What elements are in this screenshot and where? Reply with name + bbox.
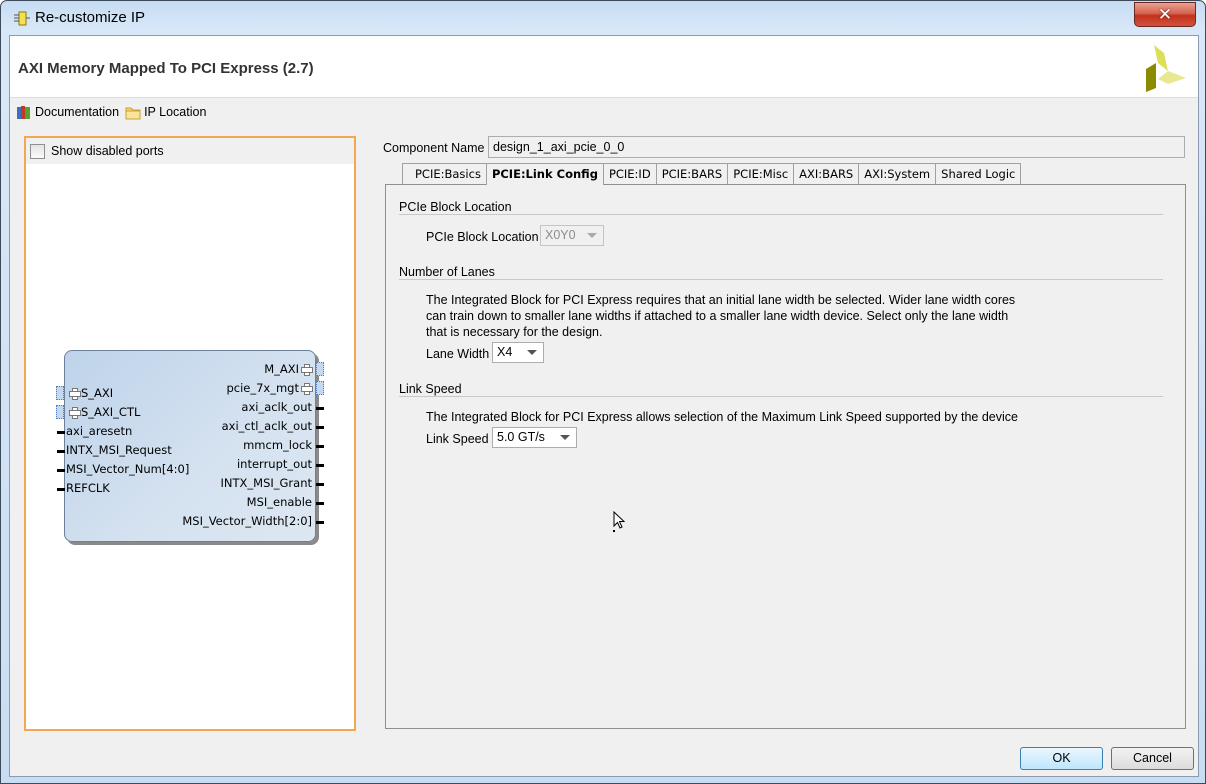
port-interrupt-out[interactable]: interrupt_out (237, 457, 312, 471)
tab-pcie-bars[interactable]: PCIE:BARS (655, 163, 729, 184)
lane-width-value: X4 (497, 345, 513, 359)
tab-pcie-basics[interactable]: PCIE:Basics (402, 163, 487, 184)
section-divider (399, 279, 1163, 280)
link-speed-value: 5.0 GT/s (497, 430, 545, 444)
ip-symbol-panel: Show disabled ports S_AXI S_AXI_CTL axi_ar… (24, 136, 356, 731)
window-title: Re-customize IP (35, 9, 146, 26)
lane-width-label: Lane Width (426, 347, 490, 361)
books-icon (17, 105, 30, 119)
close-button[interactable]: ✕ (1134, 2, 1196, 27)
ip-chip-icon (14, 11, 30, 26)
pin-connector[interactable] (316, 445, 324, 448)
tab-shared-logic[interactable]: Shared Logic (935, 163, 1022, 184)
toolbar: Documentation IP Location (16, 103, 206, 121)
folder-icon (125, 107, 141, 119)
pin-connector[interactable] (57, 488, 65, 491)
header-band: AXI Memory Mapped To PCI Express (2.7) (10, 36, 1198, 98)
tab-bar: PCIE:Basics PCIE:Link Config PCIE:ID PCIE:B… (402, 163, 1022, 185)
tab-axi-system[interactable]: AXI:System (858, 163, 937, 184)
pin-connector[interactable] (57, 431, 65, 434)
documentation-button[interactable]: Documentation (16, 105, 119, 120)
ip-title: AXI Memory Mapped To PCI Express (2.7) (18, 60, 314, 77)
port-label: M_AXI (264, 362, 299, 376)
port-mmcm-lock[interactable]: mmcm_lock (243, 438, 312, 452)
chevron-down-icon (560, 435, 570, 440)
pin-connector[interactable] (316, 464, 324, 467)
close-icon: ✕ (1157, 4, 1173, 25)
ok-button[interactable]: OK (1020, 747, 1103, 770)
tab-axi-bars[interactable]: AXI:BARS (793, 163, 860, 184)
port-axi-aclk-out[interactable]: axi_aclk_out (241, 400, 312, 414)
show-disabled-ports-checkbox[interactable] (30, 143, 45, 159)
pin-connector[interactable] (316, 521, 324, 524)
block-location-label: PCIe Block Location (426, 230, 539, 244)
port-m-axi[interactable]: M_AXI (264, 362, 313, 376)
section-title-block-location: PCIe Block Location (399, 200, 512, 214)
link-speed-dropdown[interactable]: 5.0 GT/s (492, 427, 577, 448)
pin-connector[interactable] (316, 483, 324, 486)
dialog-body: AXI Memory Mapped To PCI Express (2.7) D… (9, 35, 1199, 777)
tab-pcie-id[interactable]: PCIE:ID (602, 163, 657, 184)
component-name-input[interactable]: design_1_axi_pcie_0_0 (488, 136, 1185, 158)
expand-plus-icon[interactable] (69, 388, 81, 400)
section-divider (399, 396, 1163, 397)
block-location-value: X0Y0 (545, 228, 576, 242)
expand-plus-icon[interactable] (301, 364, 313, 376)
link-speed-label: Link Speed (426, 432, 489, 446)
port-axi-ctl-aclk-out[interactable]: axi_ctl_aclk_out (222, 419, 312, 433)
xilinx-logo-icon (1146, 45, 1186, 92)
port-msi-vector-num-4-0-[interactable]: MSI_Vector_Num[4:0] (66, 462, 189, 476)
port-msi-vector-width-2-0-[interactable]: MSI_Vector_Width[2:0] (182, 514, 312, 528)
re-customize-ip-dialog: Re-customize IP ✕ AXI Memory Mapped To P… (0, 0, 1206, 784)
cancel-button[interactable]: Cancel (1111, 747, 1194, 770)
ip-location-button[interactable]: IP Location (125, 105, 206, 120)
chevron-down-icon (527, 350, 537, 355)
port-label: S_AXI_CTL (81, 405, 141, 419)
port-intx-msi-grant[interactable]: INTX_MSI_Grant (221, 476, 313, 490)
pin-connector[interactable] (316, 426, 324, 429)
port-msi-enable[interactable]: MSI_enable (247, 495, 312, 509)
port-axi-aresetn[interactable]: axi_aresetn (66, 424, 132, 438)
expand-plus-icon[interactable] (301, 383, 313, 395)
port-s-axi[interactable]: S_AXI (69, 386, 113, 400)
mouse-cursor-icon (613, 511, 626, 532)
tab-pcie-misc[interactable]: PCIE:Misc (727, 163, 795, 184)
section-title-link-speed: Link Speed (399, 382, 462, 396)
tab-pcie-link-config[interactable]: PCIE:Link Config (485, 163, 604, 185)
section-divider (399, 214, 1163, 215)
port-pcie-7x-mgt[interactable]: pcie_7x_mgt (226, 381, 313, 395)
pin-connector[interactable] (316, 502, 324, 505)
ip-symbol-block[interactable]: S_AXI S_AXI_CTL axi_aresetn INTX_MSI_Reques… (56, 350, 324, 542)
port-label: S_AXI (81, 386, 114, 400)
bus-connector[interactable] (56, 405, 64, 419)
lanes-description: The Integrated Block for PCI Express req… (426, 293, 1016, 339)
port-s-axi-ctl[interactable]: S_AXI_CTL (69, 405, 140, 419)
pin-connector[interactable] (316, 407, 324, 410)
bus-connector[interactable] (316, 381, 324, 395)
bus-connector[interactable] (56, 386, 64, 400)
port-refclk[interactable]: REFCLK (66, 481, 110, 495)
component-name-label: Component Name (383, 141, 485, 155)
expand-plus-icon[interactable] (69, 407, 81, 419)
port-intx-msi-request[interactable]: INTX_MSI_Request (66, 443, 172, 457)
chevron-down-icon (587, 233, 597, 238)
pin-connector[interactable] (57, 450, 65, 453)
show-disabled-ports-label: Show disabled ports (51, 144, 164, 158)
title-bar[interactable]: Re-customize IP ✕ (1, 1, 1205, 35)
section-title-lanes: Number of Lanes (399, 265, 495, 279)
block-location-dropdown[interactable]: X0Y0 (540, 225, 604, 246)
port-label: pcie_7x_mgt (226, 381, 299, 395)
show-disabled-ports-row: Show disabled ports (26, 138, 354, 164)
link-speed-description: The Integrated Block for PCI Express all… (426, 410, 1018, 424)
pin-connector[interactable] (57, 469, 65, 472)
tab-content-link-config: PCIe Block Location PCIe Block Location … (385, 184, 1186, 729)
bus-connector[interactable] (316, 362, 324, 376)
ip-location-label: IP Location (144, 105, 207, 119)
lane-width-dropdown[interactable]: X4 (492, 342, 544, 363)
documentation-label: Documentation (35, 105, 120, 119)
